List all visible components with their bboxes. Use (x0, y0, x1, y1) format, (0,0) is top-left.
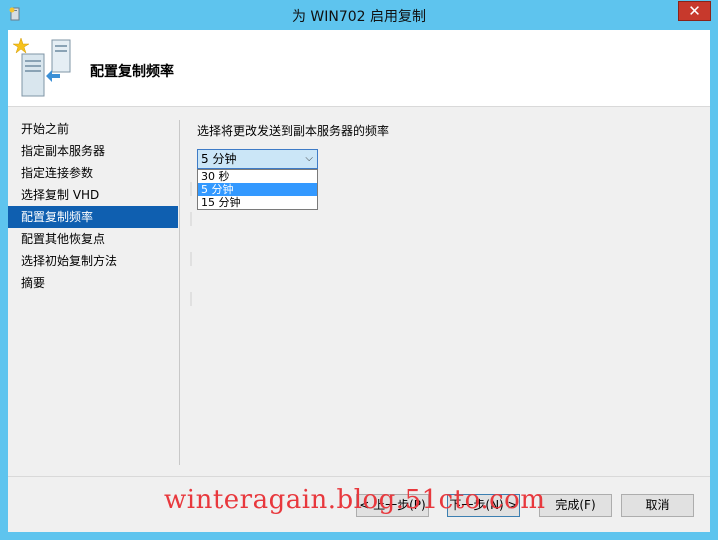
nav-divider (179, 120, 180, 465)
nav-item-summary[interactable]: 摘要 (8, 272, 178, 294)
nav-item-connection-params[interactable]: 指定连接参数 (8, 162, 178, 184)
ghost-line (190, 212, 192, 226)
nav-item-replication-frequency[interactable]: 配置复制频率 (8, 206, 178, 228)
wizard-window: 为 WIN702 启用复制 ✕ 配置复制频率 开始之前 指定副本服务器 指定连接… (0, 0, 718, 540)
window-title: 为 WIN702 启用复制 (291, 9, 427, 25)
nav-item-recovery-points[interactable]: 配置其他恢复点 (8, 228, 178, 250)
nav-item-replica-server[interactable]: 指定副本服务器 (8, 140, 178, 162)
ghost-line (190, 252, 192, 266)
frequency-option-5min[interactable]: 5 分钟 (198, 183, 317, 196)
nav-item-before-you-begin[interactable]: 开始之前 (8, 118, 178, 140)
nav-item-initial-replication[interactable]: 选择初始复制方法 (8, 250, 178, 272)
frequency-option-15min[interactable]: 15 分钟 (198, 196, 317, 209)
frequency-selected-value: 5 分钟 (201, 152, 237, 166)
ghost-line (190, 182, 192, 196)
page-title: 配置复制频率 (90, 64, 174, 80)
finish-button[interactable]: 完成(F) (539, 494, 612, 517)
replication-server-icon (12, 37, 71, 97)
frequency-prompt: 选择将更改发送到副本服务器的频率 (197, 124, 390, 138)
wizard-header: 配置复制频率 (8, 30, 710, 107)
frequency-option-30s[interactable]: 30 秒 (198, 170, 317, 183)
main-content: 选择将更改发送到副本服务器的频率 5 分钟 ⌵ 30 秒 5 分钟 15 分钟 (197, 122, 390, 210)
blog-watermark: winteragain.blog.51cto.com (164, 485, 546, 515)
frequency-dropdown-list: 30 秒 5 分钟 15 分钟 (197, 169, 318, 210)
close-button[interactable]: ✕ (678, 1, 711, 21)
wizard-body: 配置复制频率 开始之前 指定副本服务器 指定连接参数 选择复制 VHD 配置复制… (8, 30, 710, 532)
ghost-line (190, 292, 192, 306)
wizard-step-list: 开始之前 指定副本服务器 指定连接参数 选择复制 VHD 配置复制频率 配置其他… (8, 118, 178, 294)
footer-divider (8, 476, 710, 477)
cancel-button[interactable]: 取消 (621, 494, 694, 517)
chevron-down-icon[interactable]: ⌵ (305, 150, 313, 168)
nav-item-replication-vhd[interactable]: 选择复制 VHD (8, 184, 178, 206)
title-bar[interactable]: 为 WIN702 启用复制 ✕ (0, 0, 718, 30)
frequency-select[interactable]: 5 分钟 ⌵ (197, 149, 318, 169)
